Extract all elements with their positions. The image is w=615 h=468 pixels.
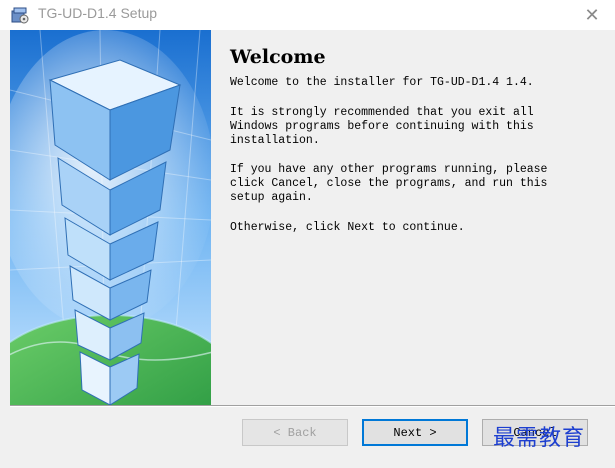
- installer-icon: [11, 7, 29, 24]
- back-button[interactable]: < Back: [242, 419, 348, 446]
- welcome-panel: Welcome Welcome to the installer for TG-…: [211, 30, 615, 405]
- continue-instructions-text: Otherwise, click Next to continue.: [230, 221, 465, 234]
- close-icon[interactable]: ✕: [569, 0, 615, 30]
- title-bar[interactable]: TG-UD-D1.4 Setup ✕: [0, 0, 615, 30]
- skyscraper-globe-illustration: [10, 30, 211, 405]
- installer-banner-image: [10, 30, 211, 405]
- watermark-text: 最需教育: [493, 426, 586, 451]
- window-title: TG-UD-D1.4 Setup: [38, 5, 158, 21]
- window-left-edge: [0, 30, 10, 468]
- setup-window: TG-UD-D1.4 Setup ✕ Welcome Welcome to th…: [0, 0, 615, 468]
- button-area-divider: [10, 405, 615, 407]
- next-button[interactable]: Next >: [362, 419, 468, 446]
- cancel-instructions-text: If you have any other programs running, …: [230, 163, 548, 204]
- exit-programs-text: It is strongly recommended that you exit…: [230, 106, 534, 147]
- welcome-intro-text: Welcome to the installer for TG-UD-D1.4 …: [230, 76, 534, 89]
- welcome-heading: Welcome: [230, 46, 326, 68]
